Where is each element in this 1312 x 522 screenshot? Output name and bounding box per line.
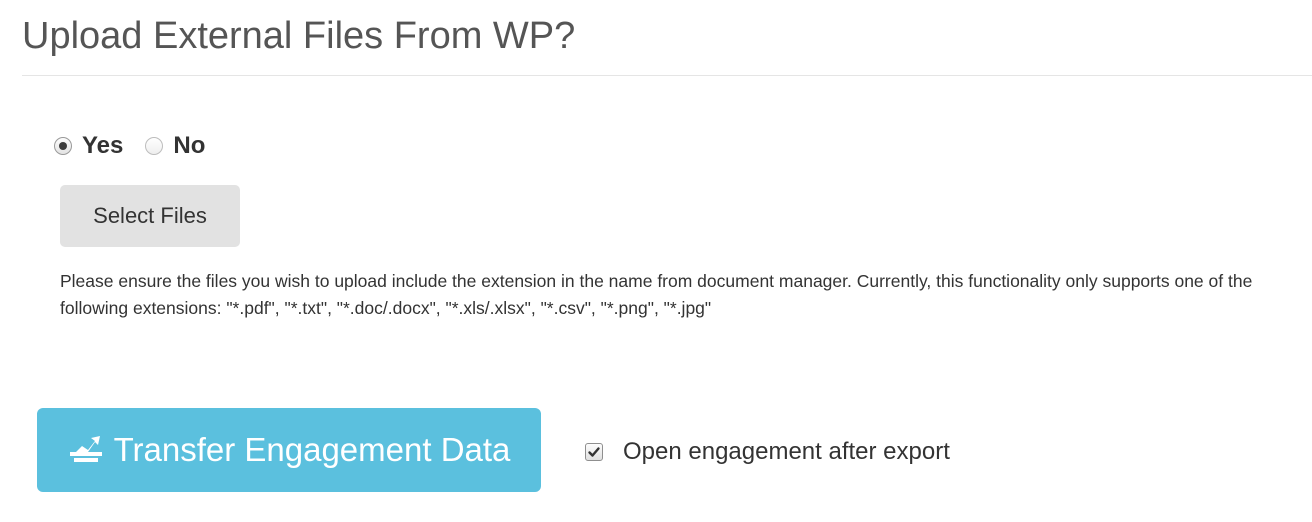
radio-no-indicator[interactable] [145,137,164,155]
page-title: Upload External Files From WP? [22,15,576,57]
transfer-engagement-data-button[interactable]: Transfer Engagement Data [37,408,541,492]
radio-yes[interactable]: Yes [54,132,123,160]
export-icon [68,432,104,468]
open-after-export-option[interactable]: Open engagement after export [585,434,950,470]
upload-choice-radio-group: Yes No [54,128,205,164]
radio-no-label: No [173,132,206,159]
radio-yes-indicator[interactable] [54,137,72,155]
radio-no[interactable]: No [145,132,205,160]
title-divider [22,75,1312,76]
open-after-export-checkbox[interactable] [585,443,603,461]
supported-extensions-help-text: Please ensure the files you wish to uplo… [60,271,1253,318]
select-files-button[interactable]: Select Files [60,185,240,247]
checkmark-icon [588,447,600,457]
open-after-export-label: Open engagement after export [623,438,950,465]
transfer-engagement-data-label: Transfer Engagement Data [113,431,511,468]
radio-yes-label: Yes [82,132,124,159]
